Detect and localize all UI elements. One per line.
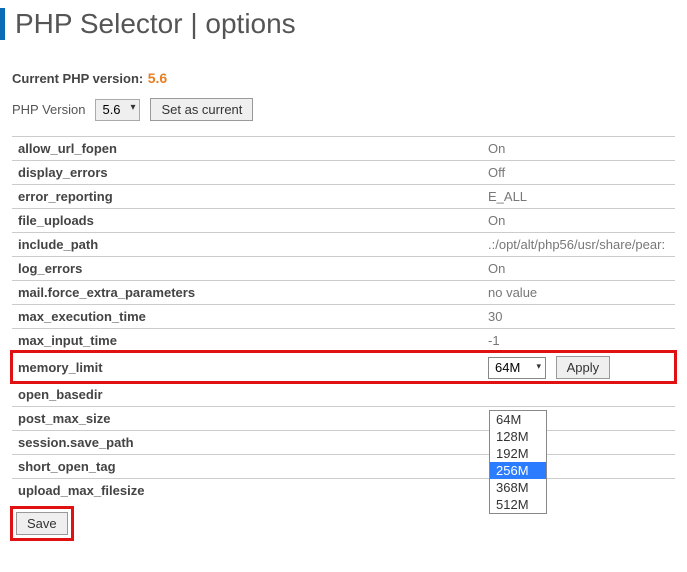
option-key: max_execution_time (18, 309, 488, 324)
table-row: open_basedir (12, 382, 675, 406)
options-table: allow_url_fopen On display_errors Off er… (12, 136, 675, 502)
table-row: mail.force_extra_parameters no value (12, 280, 675, 304)
memory-limit-row: memory_limit 64M Apply (12, 352, 675, 382)
option-key: open_basedir (18, 387, 488, 402)
table-row: file_uploads On (12, 208, 675, 232)
dropdown-item[interactable]: 512M (490, 496, 546, 513)
option-value[interactable]: On (488, 213, 669, 228)
dropdown-item[interactable]: 128M (490, 428, 546, 445)
table-row: error_reporting E_ALL (12, 184, 675, 208)
option-value[interactable]: no value (488, 285, 669, 300)
current-version-value: 5.6 (148, 70, 167, 86)
dropdown-item[interactable]: 192M (490, 445, 546, 462)
table-row: display_errors Off (12, 160, 675, 184)
table-row: max_execution_time 30 (12, 304, 675, 328)
table-row: post_max_size (12, 406, 675, 430)
table-row: max_input_time -1 (12, 328, 675, 352)
apply-button[interactable]: Apply (556, 356, 611, 379)
table-row: include_path .:/opt/alt/php56/usr/share/… (12, 232, 675, 256)
option-value[interactable]: .:/opt/alt/php56/usr/share/pear: (488, 237, 669, 252)
option-value[interactable]: E_ALL (488, 189, 669, 204)
option-value[interactable]: 30 (488, 309, 669, 324)
option-value[interactable]: On (488, 141, 669, 156)
option-value[interactable]: Off (488, 165, 669, 180)
option-key: short_open_tag (18, 459, 488, 474)
php-version-label: PHP Version (12, 102, 85, 117)
dropdown-item[interactable]: 64M (490, 411, 546, 428)
option-key: file_uploads (18, 213, 488, 228)
table-row: short_open_tag (12, 454, 675, 478)
option-key: include_path (18, 237, 488, 252)
option-value[interactable]: -1 (488, 333, 669, 348)
save-area: Save (12, 508, 72, 539)
option-key: display_errors (18, 165, 488, 180)
option-key: log_errors (18, 261, 488, 276)
page-header: PHP Selector | options (0, 8, 687, 40)
table-row: allow_url_fopen On (12, 136, 675, 160)
option-key: error_reporting (18, 189, 488, 204)
memory-limit-dropdown[interactable]: 64M 128M 192M 256M 368M 512M (489, 410, 547, 514)
option-key: allow_url_fopen (18, 141, 488, 156)
option-key: post_max_size (18, 411, 488, 426)
php-version-select[interactable]: 5.6 (95, 99, 140, 121)
current-version-row: Current PHP version: 5.6 (12, 70, 675, 88)
table-row: log_errors On (12, 256, 675, 280)
option-value[interactable]: On (488, 261, 669, 276)
option-key: session.save_path (18, 435, 488, 450)
memory-limit-select[interactable]: 64M (488, 357, 546, 379)
option-key: max_input_time (18, 333, 488, 348)
page-title: PHP Selector | options (15, 8, 687, 40)
dropdown-item[interactable]: 256M (490, 462, 546, 479)
table-row: session.save_path (12, 430, 675, 454)
dropdown-item[interactable]: 368M (490, 479, 546, 496)
option-key: mail.force_extra_parameters (18, 285, 488, 300)
save-button[interactable]: Save (16, 512, 68, 535)
option-key: memory_limit (18, 360, 488, 375)
set-as-current-button[interactable]: Set as current (150, 98, 253, 121)
table-row: upload_max_filesize (12, 478, 675, 502)
option-key: upload_max_filesize (18, 483, 488, 498)
current-version-label: Current PHP version: (12, 71, 143, 86)
